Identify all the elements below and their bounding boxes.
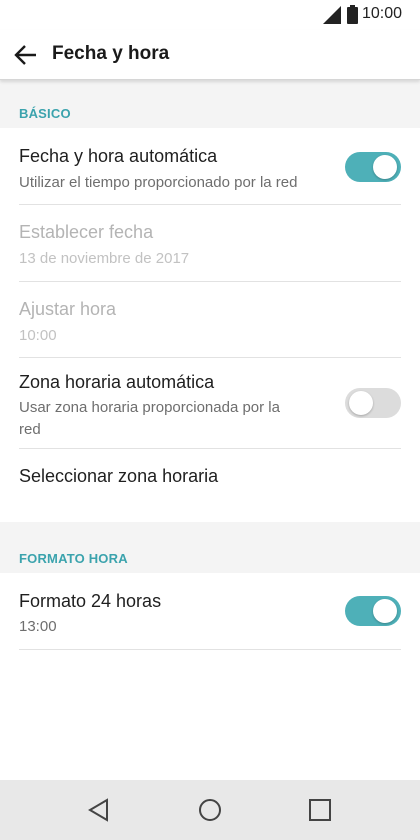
row-set-date[interactable]: Establecer fecha 13 de noviembre de 2017 bbox=[0, 205, 420, 280]
section-card-formato-hora: Formato 24 horas 13:00 bbox=[0, 573, 420, 780]
row-24h-format[interactable]: Formato 24 horas 13:00 bbox=[0, 573, 420, 649]
arrow-back-icon[interactable] bbox=[12, 41, 40, 69]
home-circle-icon[interactable] bbox=[196, 796, 224, 824]
navigation-bar bbox=[0, 780, 420, 840]
section-header-basico: BÁSICO bbox=[0, 80, 420, 128]
recents-square-icon[interactable] bbox=[306, 796, 334, 824]
row-subtitle: 10:00 bbox=[19, 327, 57, 344]
row-auto-timezone[interactable]: Zona horaria automática Usar zona horari… bbox=[0, 358, 420, 447]
app-bar: Fecha y hora bbox=[0, 30, 420, 80]
section-header-label: FORMATO HORA bbox=[19, 551, 128, 566]
divider bbox=[19, 649, 401, 650]
row-subtitle: 13 de noviembre de 2017 bbox=[19, 250, 190, 267]
row-auto-datetime[interactable]: Fecha y hora automática Utilizar el tiem… bbox=[0, 128, 420, 204]
battery-icon bbox=[347, 5, 358, 24]
settings-content: BÁSICO Fecha y hora automática Utilizar … bbox=[0, 80, 420, 780]
row-title: Fecha y hora automática bbox=[19, 146, 218, 166]
row-title: Establecer fecha bbox=[19, 222, 154, 242]
row-subtitle-line2: red bbox=[19, 421, 41, 438]
switch-knob bbox=[349, 391, 373, 415]
screen: 10:00 Fecha y hora BÁSICO Fecha y hora a… bbox=[0, 0, 420, 840]
row-select-timezone[interactable]: Seleccionar zona horaria bbox=[0, 449, 420, 522]
status-time: 10:00 bbox=[362, 5, 403, 22]
section-header-formato-hora: FORMATO HORA bbox=[0, 525, 420, 573]
page-title: Fecha y hora bbox=[52, 43, 170, 64]
row-title: Ajustar hora bbox=[19, 299, 117, 319]
section-header-label: BÁSICO bbox=[19, 106, 71, 121]
row-title: Seleccionar zona horaria bbox=[19, 466, 219, 486]
row-title: Zona horaria automática bbox=[19, 372, 215, 392]
row-subtitle: Utilizar el tiempo proporcionado por la … bbox=[19, 174, 298, 191]
format-24h-switch[interactable] bbox=[345, 596, 401, 626]
row-set-time[interactable]: Ajustar hora 10:00 bbox=[0, 282, 420, 357]
auto-timezone-switch[interactable] bbox=[345, 388, 401, 418]
status-bar: 10:00 bbox=[0, 0, 420, 30]
row-subtitle: 13:00 bbox=[19, 618, 57, 635]
switch-knob bbox=[373, 155, 397, 179]
back-triangle-icon[interactable] bbox=[85, 796, 113, 824]
row-subtitle-line1: Usar zona horaria proporcionada por la bbox=[19, 399, 280, 416]
auto-datetime-switch[interactable] bbox=[345, 152, 401, 182]
switch-knob bbox=[373, 599, 397, 623]
section-card-basico: Fecha y hora automática Utilizar el tiem… bbox=[0, 128, 420, 522]
row-title: Formato 24 horas bbox=[19, 591, 162, 611]
signal-icon bbox=[323, 6, 341, 24]
